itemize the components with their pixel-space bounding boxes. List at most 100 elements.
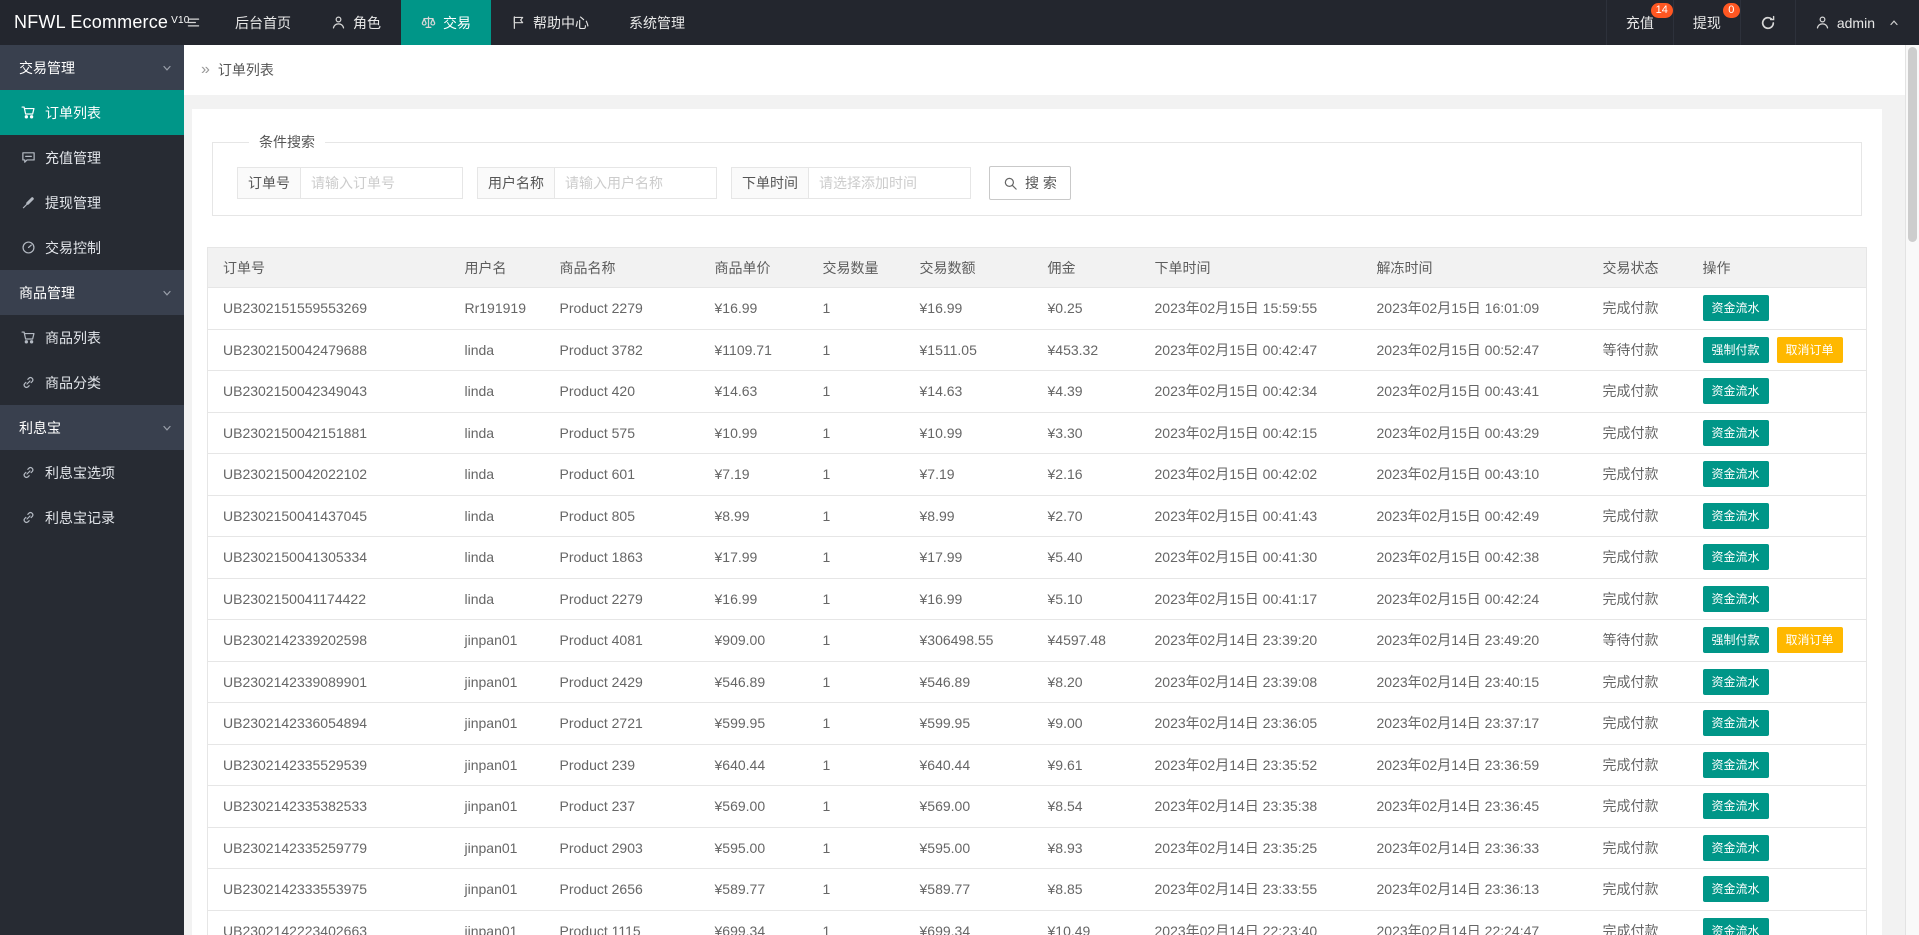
- fund-flow-button[interactable]: 资金流水: [1702, 544, 1769, 571]
- sidebar-item-label: 提现管理: [45, 194, 101, 211]
- table-cell: 2023年02月15日 00:42:02: [1139, 453, 1362, 496]
- actions-cell: 强制付款 取消订单: [1687, 329, 1867, 371]
- link-icon: [21, 375, 36, 390]
- person-icon: [331, 15, 346, 30]
- sidebar-item-product-categories[interactable]: 商品分类: [0, 360, 184, 405]
- actions-cell: 资金流水: [1687, 412, 1867, 454]
- table-cell: 1: [807, 702, 905, 745]
- actions-cell: 资金流水: [1687, 495, 1867, 537]
- table-cell: ¥4597.48: [1032, 619, 1140, 662]
- fund-flow-button[interactable]: 资金流水: [1702, 668, 1769, 695]
- table-cell: 完成付款: [1587, 744, 1688, 786]
- nav-item-withdraw[interactable]: 提现 0: [1672, 0, 1740, 45]
- table-row: UB2302142335259779 jinpan01 Product 2903 ¥5…: [207, 827, 1867, 869]
- chevron-down-icon: [161, 62, 173, 74]
- table-cell: Product 2279: [544, 287, 700, 330]
- sidebar-group-lixibao[interactable]: 利息宝: [0, 405, 184, 450]
- table-cell: ¥8.20: [1032, 661, 1140, 703]
- vertical-scrollbar[interactable]: [1905, 45, 1919, 935]
- sidebar-group-product-management[interactable]: 商品管理: [0, 270, 184, 315]
- fund-flow-button[interactable]: 资金流水: [1702, 585, 1769, 612]
- nav-item-system-management[interactable]: 系统管理: [609, 0, 705, 45]
- table-row: UB2302142335382533 jinpan01 Product 237 ¥56…: [207, 785, 1867, 828]
- table-cell: ¥569.00: [699, 785, 808, 828]
- search-field-order-time: 下单时间: [731, 167, 971, 199]
- fund-flow-button[interactable]: 资金流水: [1702, 378, 1769, 405]
- table-cell: 2023年02月14日 23:39:08: [1139, 661, 1362, 703]
- field-label: 订单号: [237, 167, 301, 199]
- nav-item-transactions[interactable]: 交易: [401, 0, 491, 45]
- cart-icon: [21, 330, 36, 345]
- sidebar-item-order-list[interactable]: 订单列表: [0, 90, 184, 135]
- table-cell: 2023年02月15日 15:59:55: [1139, 287, 1362, 330]
- sidebar-group-transaction-management[interactable]: 交易管理: [0, 45, 184, 90]
- cancel-order-button[interactable]: 取消订单: [1776, 627, 1843, 654]
- table-cell: 1: [807, 453, 905, 496]
- nav-item-help-center[interactable]: 帮助中心: [491, 0, 609, 45]
- table-cell: 2023年02月15日 00:42:38: [1361, 536, 1588, 579]
- fund-flow-button[interactable]: 资金流水: [1702, 793, 1769, 820]
- table-cell: 完成付款: [1587, 910, 1688, 935]
- search-field-order-no: 订单号: [237, 167, 463, 199]
- refresh-button[interactable]: [1739, 0, 1795, 45]
- fund-flow-button[interactable]: 资金流水: [1702, 834, 1769, 861]
- table-row: UB2302151559553269 Rr191919 Product 2279 ¥1…: [207, 287, 1867, 330]
- table-cell: 完成付款: [1587, 370, 1688, 413]
- table-cell: ¥1109.71: [699, 329, 808, 371]
- sidebar-group-label: 商品管理: [19, 284, 75, 301]
- nav-item-label: 帮助中心: [533, 14, 589, 31]
- nav-item-roles[interactable]: 角色: [311, 0, 401, 45]
- fund-flow-button[interactable]: 资金流水: [1702, 917, 1769, 935]
- table-cell: 完成付款: [1587, 287, 1688, 330]
- table-cell: linda: [449, 412, 545, 454]
- sidebar-item-lixibao-options[interactable]: 利息宝选项: [0, 450, 184, 495]
- table-cell: 2023年02月15日 00:43:29: [1361, 412, 1588, 454]
- nav-item-recharge[interactable]: 充值 14: [1605, 0, 1673, 45]
- sidebar-item-lixibao-records[interactable]: 利息宝记录: [0, 495, 184, 540]
- sidebar-item-withdraw-management[interactable]: 提现管理: [0, 180, 184, 225]
- order-no-input[interactable]: [301, 167, 463, 199]
- fund-flow-button[interactable]: 资金流水: [1702, 461, 1769, 488]
- table-cell: 2023年02月14日 23:36:33: [1361, 827, 1588, 869]
- table-cell: ¥16.99: [699, 578, 808, 620]
- cancel-order-button[interactable]: 取消订单: [1776, 336, 1843, 363]
- fund-flow-button[interactable]: 资金流水: [1702, 502, 1769, 529]
- table-cell: ¥16.99: [699, 287, 808, 330]
- table-cell: 2023年02月14日 23:35:52: [1139, 744, 1362, 786]
- table-cell: UB2302142335382533: [207, 785, 450, 828]
- sidebar-item-product-list[interactable]: 商品列表: [0, 315, 184, 360]
- force-pay-button[interactable]: 强制付款: [1702, 627, 1769, 654]
- table-cell: Product 1115: [544, 910, 700, 935]
- table-cell: ¥306498.55: [904, 619, 1033, 662]
- field-label: 下单时间: [731, 167, 809, 199]
- table-cell: 2023年02月14日 23:35:38: [1139, 785, 1362, 828]
- nav-item-dashboard-home[interactable]: 后台首页: [215, 0, 311, 45]
- table-cell: Product 420: [544, 370, 700, 413]
- actions-cell: 资金流水: [1687, 370, 1867, 413]
- table-cell: 等待付款: [1587, 329, 1688, 371]
- breadcrumb: » 订单列表: [184, 45, 1919, 95]
- order-time-input[interactable]: [809, 167, 971, 199]
- sidebar-toggle-button[interactable]: [172, 0, 215, 45]
- fund-flow-button[interactable]: 资金流水: [1702, 419, 1769, 446]
- actions-cell: 资金流水: [1687, 827, 1867, 869]
- table-cell: 2023年02月15日 00:41:43: [1139, 495, 1362, 537]
- table-cell: ¥17.99: [699, 536, 808, 579]
- table-cell: UB2302142335529539: [207, 744, 450, 786]
- table-header-row: 订单号 用户名 商品名称 商品单价 交易数量 交易数额 佣金 下单时间 解冻时间 交易状态 操作: [207, 247, 1867, 288]
- fund-flow-button[interactable]: 资金流水: [1702, 295, 1769, 322]
- search-button[interactable]: 搜 索: [989, 166, 1071, 200]
- sidebar-item-transaction-control[interactable]: 交易控制: [0, 225, 184, 270]
- table-cell: 1: [807, 910, 905, 935]
- fund-flow-button[interactable]: 资金流水: [1702, 751, 1769, 778]
- table-row: UB2302142339202598 jinpan01 Product 4081 ¥9…: [207, 619, 1867, 662]
- username-input[interactable]: [555, 167, 717, 199]
- sidebar-item-recharge-management[interactable]: 充值管理: [0, 135, 184, 180]
- fund-flow-button[interactable]: 资金流水: [1702, 710, 1769, 737]
- fund-flow-button[interactable]: 资金流水: [1702, 876, 1769, 903]
- table-cell: Product 575: [544, 412, 700, 454]
- user-menu[interactable]: admin: [1794, 0, 1919, 45]
- scrollbar-thumb[interactable]: [1908, 47, 1917, 242]
- force-pay-button[interactable]: 强制付款: [1702, 336, 1769, 363]
- table-cell: jinpan01: [449, 868, 545, 911]
